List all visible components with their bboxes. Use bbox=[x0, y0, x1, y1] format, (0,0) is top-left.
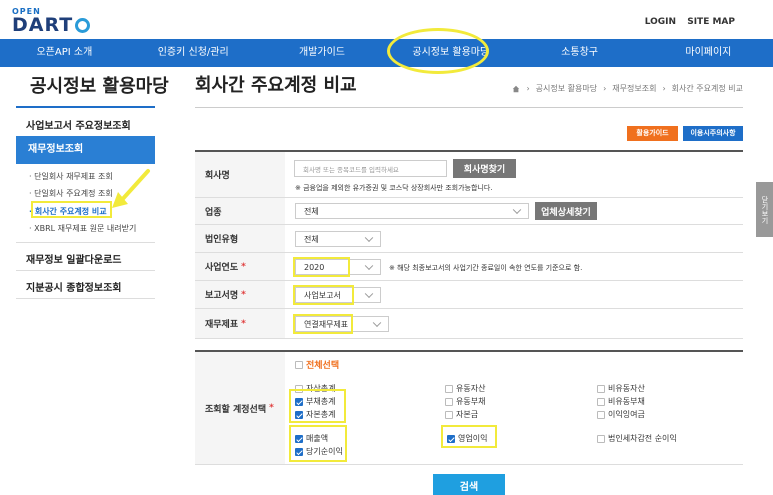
report-highlight-box bbox=[293, 285, 354, 305]
account-checkbox[interactable]: 자본금 bbox=[445, 409, 478, 420]
account-checkbox[interactable]: 이익잉여금 bbox=[597, 409, 645, 420]
sidebar-sub-xbrl[interactable]: · XBRL 재무제표 원문 내려받기 bbox=[29, 223, 136, 234]
sidebar-sub-single-accounts[interactable]: · 단일회사 주요계정 조회 bbox=[29, 188, 113, 199]
accounts-highlight-box-2 bbox=[289, 425, 347, 462]
corp-type-select[interactable]: 전체 bbox=[295, 231, 381, 247]
nav-openapi-intro[interactable]: 오픈API 소개 bbox=[0, 39, 129, 67]
company-input[interactable]: 회사명 또는 종목코드를 입력하세요 bbox=[294, 160, 447, 177]
sidebar-separator bbox=[16, 298, 155, 299]
top-links: LOGIN SITE MAP bbox=[637, 17, 735, 27]
logo-mark-icon bbox=[75, 17, 91, 33]
nav-dev-guide[interactable]: 개발가이드 bbox=[258, 39, 387, 67]
annotation-arrow-icon bbox=[112, 169, 150, 208]
industry-label: 업종 bbox=[195, 198, 285, 224]
accounts-highlight-box-1 bbox=[289, 389, 346, 423]
account-checkbox[interactable]: 비유동부채 bbox=[597, 396, 645, 407]
accounts-label: 조회할 계정선택 * bbox=[195, 352, 285, 464]
statement-label: 재무제표 * bbox=[195, 309, 285, 338]
login-link[interactable]: LOGIN bbox=[645, 17, 676, 27]
nav-highlight-oval bbox=[387, 28, 489, 74]
account-checkbox[interactable]: 유동자산 bbox=[445, 383, 485, 394]
breadcrumb-item[interactable]: 공시정보 활용마당 bbox=[536, 83, 597, 94]
page-title: 회사간 주요계정 비교 bbox=[195, 75, 357, 96]
year-label: 사업연도 * bbox=[195, 253, 285, 280]
search-button[interactable]: 검색 bbox=[433, 474, 505, 495]
breadcrumb-item[interactable]: 재무정보조회 bbox=[612, 83, 656, 94]
sidebar-separator bbox=[16, 270, 155, 271]
sidebar-divider bbox=[16, 106, 155, 108]
search-company-button[interactable]: 회사명찾기 bbox=[453, 159, 516, 178]
chevron-down-icon bbox=[364, 289, 374, 299]
year-note: ※ 해당 최종보고서의 사업기간 종료일이 속한 연도를 기준으로 함. bbox=[389, 264, 583, 272]
report-label: 보고서명 * bbox=[195, 281, 285, 308]
sidebar-sub-single-statement[interactable]: · 단일회사 재무제표 조회 bbox=[29, 171, 113, 182]
chevron-down-icon bbox=[364, 261, 374, 271]
nav-community[interactable]: 소통창구 bbox=[515, 39, 644, 67]
industry-detail-button[interactable]: 업체상세찾기 bbox=[535, 202, 597, 220]
form-row-report: 보고서명 * bbox=[195, 281, 743, 309]
sidebar-title: 공시정보 활용마당 bbox=[30, 76, 169, 97]
corp-type-label: 법인유형 bbox=[195, 225, 285, 252]
sidebar-item-business-report[interactable]: 사업보고서 주요정보조회 bbox=[26, 117, 131, 132]
logo-dart-text: DART bbox=[12, 16, 91, 35]
statement-highlight-box bbox=[293, 314, 353, 334]
title-divider bbox=[195, 107, 743, 108]
nav-mypage[interactable]: 마이페이지 bbox=[644, 39, 773, 67]
breadcrumb-item[interactable]: 회사간 주요계정 비교 bbox=[672, 83, 743, 94]
chevron-down-icon bbox=[372, 318, 382, 328]
company-label: 회사명 bbox=[195, 152, 285, 197]
account-checkbox[interactable]: 유동부채 bbox=[445, 396, 485, 407]
usage-notice-button[interactable]: 이용시주의사항 bbox=[683, 126, 743, 141]
form-row-statement: 재무제표 * bbox=[195, 309, 743, 339]
year-highlight-box bbox=[293, 257, 350, 277]
sidebar-item-equity-disclosure[interactable]: 지분공시 종합정보조회 bbox=[26, 279, 121, 294]
sidebar-highlight-box bbox=[31, 201, 112, 218]
form-row-corp-type: 법인유형 bbox=[195, 225, 743, 253]
home-icon[interactable] bbox=[512, 85, 520, 93]
accounts-highlight-box-3 bbox=[441, 425, 497, 448]
account-checkbox[interactable]: 법인세차감전 순이익 bbox=[597, 433, 677, 444]
sidebar-item-financial-info[interactable]: 재무정보조회 bbox=[16, 136, 155, 164]
industry-select[interactable]: 전체 bbox=[295, 203, 529, 219]
chevron-down-icon bbox=[364, 233, 374, 243]
breadcrumb: › 공시정보 활용마당 › 재무정보조회 › 회사간 주요계정 비교 bbox=[512, 83, 743, 94]
dart-logo[interactable]: OPEN DART bbox=[12, 7, 91, 35]
sidebar-separator bbox=[16, 242, 155, 243]
usage-guide-button[interactable]: 활용가이드 bbox=[627, 126, 678, 141]
nav-apikey[interactable]: 인증키 신청/관리 bbox=[129, 39, 258, 67]
side-toggle-tab[interactable]: 닫기보기 bbox=[756, 182, 773, 237]
chevron-down-icon bbox=[512, 205, 522, 215]
account-checkbox[interactable]: 비유동자산 bbox=[597, 383, 645, 394]
select-all-checkbox[interactable]: 전체선택 bbox=[295, 358, 339, 371]
checkbox-box bbox=[295, 360, 303, 369]
company-note: ※ 금융업을 제외한 유가증권 및 코스닥 상장회사만 조회가능합니다. bbox=[295, 184, 493, 192]
sidebar-item-bulk-download[interactable]: 재무정보 일괄다운로드 bbox=[26, 251, 121, 266]
sitemap-link[interactable]: SITE MAP bbox=[687, 17, 735, 27]
